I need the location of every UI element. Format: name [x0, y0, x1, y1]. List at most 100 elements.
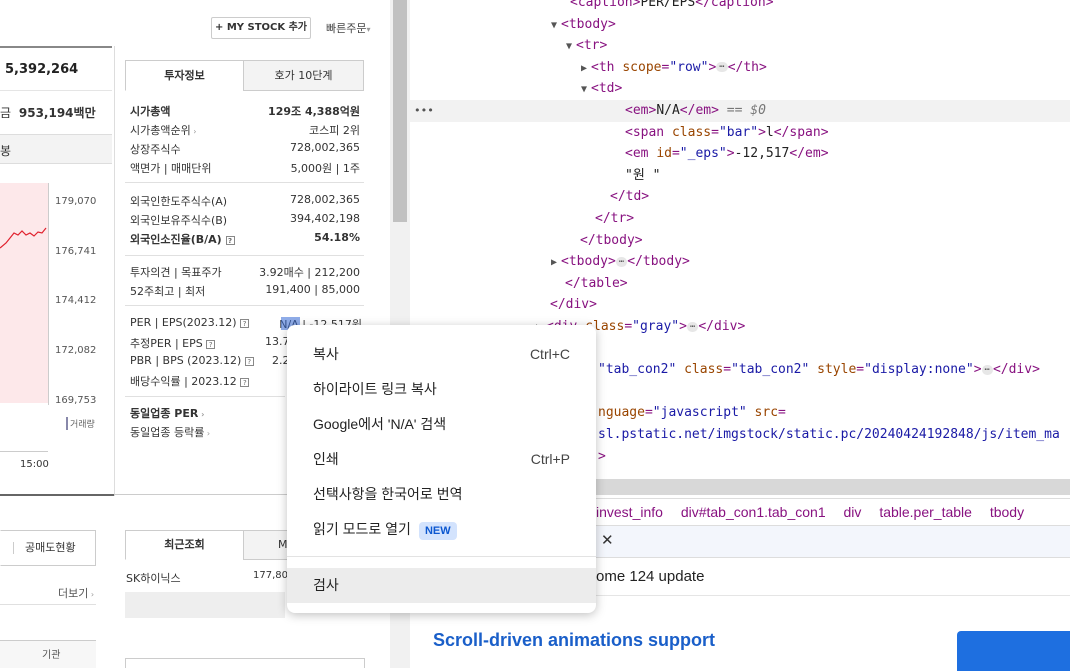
- divider: [0, 604, 96, 605]
- menu-item-reading-mode[interactable]: 읽기 모드로 열기 NEW: [287, 512, 596, 547]
- dom-token: <span: [625, 124, 672, 140]
- dom-token: class: [671, 124, 712, 140]
- search-box[interactable]: [125, 658, 365, 668]
- dom-node-line[interactable]: >: [598, 446, 606, 468]
- breadcrumb-item[interactable]: tbody: [990, 504, 1024, 520]
- info-label: PER | EPS(2023.12) ?: [130, 316, 250, 329]
- ellipsis-badge[interactable]: ⋯: [615, 256, 628, 267]
- menu-item-translate[interactable]: 선택사항을 한국어로 번역: [287, 477, 596, 512]
- tab-invest-info[interactable]: 투자정보: [125, 60, 244, 91]
- info-row: 외국인한도주식수(A) 728,002,365: [130, 193, 360, 211]
- dom-node-line[interactable]: </td>: [610, 186, 649, 208]
- dom-token: "bar": [718, 124, 759, 140]
- short-sell-tab[interactable]: 공매도현황: [0, 530, 96, 566]
- info-label: PBR | BPS (2023.12) ?: [130, 354, 254, 367]
- dom-token: </tr>: [595, 211, 635, 226]
- horizontal-scrollbar[interactable]: [594, 479, 1070, 495]
- dom-token: >: [726, 146, 735, 162]
- info-row: 외국인소진율(B/A) ? 54.18%: [130, 231, 360, 249]
- collapse-arrow-icon[interactable]: ▶: [581, 63, 587, 74]
- info-label: 시가총액순위 ›: [130, 124, 197, 137]
- dom-token: </tbody>: [580, 232, 643, 248]
- dom-node-line[interactable]: <em>N/A</em> == $0: [625, 100, 766, 122]
- dom-node-line[interactable]: </div>: [550, 294, 597, 316]
- dom-token: </span>: [773, 124, 829, 140]
- info-row[interactable]: 시가총액순위 › 코스피 2위: [130, 122, 360, 140]
- dom-node-line[interactable]: sl.pstatic.net/imgstock/static.pc/202404…: [598, 424, 1060, 446]
- quick-order-button[interactable]: 빠른주문▾: [326, 20, 371, 36]
- chevron-right-icon: ›: [190, 127, 197, 136]
- tab-recent[interactable]: 최근조회: [125, 530, 244, 560]
- ellipsis-badge[interactable]: ⋯: [716, 62, 728, 73]
- info-value: 728,002,365: [290, 141, 360, 154]
- dom-token: =: [671, 146, 680, 162]
- dom-node-line[interactable]: </tbody>: [580, 230, 643, 252]
- help-icon[interactable]: ?: [240, 318, 250, 328]
- more-options-icon[interactable]: •••: [414, 100, 434, 122]
- tab-orderbook[interactable]: 호가 10단계: [243, 60, 364, 91]
- info-label: 상장주식수: [130, 143, 181, 156]
- scrollbar-thumb[interactable]: [393, 0, 407, 222]
- add-my-stock-button[interactable]: + MY STOCK 추가: [211, 17, 311, 39]
- dom-token: </th>: [727, 59, 767, 75]
- help-icon[interactable]: ?: [240, 377, 250, 387]
- dom-token: PER/EPS: [640, 0, 696, 10]
- dom-token: "원 ": [625, 167, 661, 183]
- expand-arrow-icon[interactable]: ▼: [566, 41, 572, 52]
- more-link[interactable]: 더보기 ›: [58, 585, 94, 601]
- breadcrumb-item[interactable]: div#tab_con1.tab_con1: [681, 504, 826, 520]
- menu-item-inspect[interactable]: 검사: [287, 568, 596, 603]
- ellipsis-badge[interactable]: ⋯: [981, 364, 993, 375]
- dom-node-line[interactable]: "원 ": [625, 165, 660, 187]
- dom-node-line[interactable]: ▶ <th scope="row"> ⋯ </th>: [581, 57, 767, 79]
- ellipsis-badge[interactable]: ⋯: [686, 321, 699, 332]
- dom-token: </div>: [992, 362, 1040, 378]
- help-icon[interactable]: ?: [206, 339, 216, 349]
- dom-token: -12,517: [734, 146, 790, 162]
- amount-row: 금 953,194백만: [0, 104, 96, 121]
- breadcrumb-item[interactable]: div: [844, 504, 862, 520]
- info-label: 외국인소진율(B/A) ?: [130, 231, 235, 247]
- dom-node-line[interactable]: ▼ <td>: [581, 78, 622, 100]
- expand-arrow-icon[interactable]: ▼: [581, 84, 587, 95]
- dom-token: </div>: [698, 319, 746, 334]
- help-icon[interactable]: ?: [244, 356, 254, 366]
- dom-token: >: [679, 319, 687, 334]
- info-value: 191,400 | 85,000: [265, 283, 360, 296]
- dom-node-line[interactable]: </table>: [565, 273, 628, 295]
- chart-header: 봉: [0, 134, 112, 164]
- quick-order-label: 빠른주문: [326, 22, 367, 35]
- breadcrumb-item[interactable]: invest_info: [596, 504, 663, 520]
- collapse-arrow-icon[interactable]: ▶: [551, 257, 557, 268]
- feature-title-link[interactable]: Scroll-driven animations support: [433, 630, 715, 651]
- help-icon[interactable]: ?: [225, 235, 235, 245]
- info-label: 추정PER | EPS ?: [130, 335, 216, 351]
- divider: [0, 46, 112, 48]
- breadcrumb-item[interactable]: table.per_table: [879, 504, 972, 520]
- close-icon[interactable]: ✕: [601, 531, 614, 549]
- menu-item-copy[interactable]: 복사 Ctrl+C: [287, 337, 596, 372]
- volume-label: 거래량: [66, 417, 95, 430]
- menu-item-google-search[interactable]: Google에서 'N/A' 검색: [287, 407, 596, 442]
- dom-node-line[interactable]: ▼ <tbody>: [551, 14, 616, 36]
- dom-node-line[interactable]: ▶ <tbody> ⋯ </tbody>: [551, 251, 690, 273]
- dom-node-line[interactable]: nguage="javascript" src=: [598, 402, 786, 424]
- dom-token: id: [656, 146, 672, 162]
- menu-item-print[interactable]: 인쇄 Ctrl+P: [287, 442, 596, 477]
- divider: [125, 255, 364, 256]
- info-row: 외국인보유주식수(B) 394,402,198: [130, 212, 360, 230]
- dom-node-line[interactable]: <em id="_eps">-12,517</em>: [625, 143, 829, 165]
- divider: [125, 305, 364, 306]
- info-label: 동일업종 등락률 ›: [130, 426, 211, 439]
- recent-item-name[interactable]: SK하이닉스: [126, 570, 181, 586]
- expand-arrow-icon[interactable]: ▼: [551, 20, 557, 31]
- dom-node-line[interactable]: ▼ <tr>: [566, 35, 607, 57]
- dom-node-line[interactable]: </tr>: [595, 208, 634, 230]
- menu-item-copy-highlight-link[interactable]: 하이라이트 링크 복사: [287, 372, 596, 407]
- dom-node-line[interactable]: <caption>PER/EPS</caption>: [570, 0, 774, 14]
- dom-node-line[interactable]: <span class="bar">l</span>: [625, 122, 829, 144]
- dom-node-line[interactable]: "tab_con2" class="tab_con2" style="displ…: [598, 359, 1040, 381]
- y-tick-label: 169,753: [55, 395, 97, 406]
- y-tick-label: 174,412: [55, 295, 97, 306]
- dom-token: >: [708, 59, 717, 75]
